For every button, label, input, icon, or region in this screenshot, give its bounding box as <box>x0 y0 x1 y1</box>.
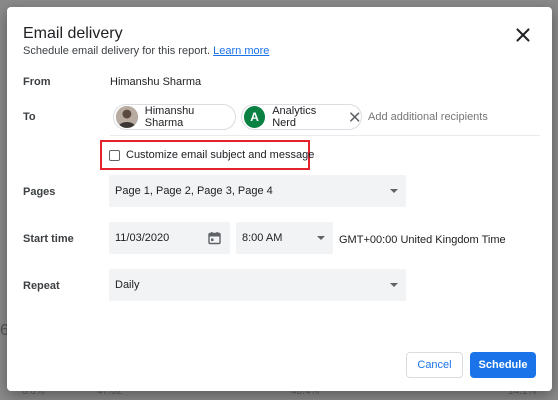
subtitle-text: Schedule email delivery for this report. <box>23 45 211 57</box>
recipient-chip[interactable]: Himanshu Sharma <box>113 104 236 130</box>
start-date-value: 11/03/2020 <box>115 232 170 244</box>
from-value: Himanshu Sharma <box>110 76 202 88</box>
close-icon[interactable] <box>348 110 361 124</box>
customize-checkbox[interactable] <box>109 150 120 161</box>
dialog-subtitle: Schedule email delivery for this report.… <box>23 45 269 57</box>
timezone-text: GMT+00:00 United Kingdom Time <box>339 234 506 246</box>
chevron-down-icon <box>390 189 398 193</box>
to-field-underline <box>110 135 540 136</box>
start-time-select[interactable]: 8:00 AM <box>236 222 333 254</box>
avatar: A <box>244 106 266 128</box>
pages-label: Pages <box>23 186 56 198</box>
chevron-down-icon <box>317 236 325 240</box>
repeat-select-value: Daily <box>115 279 140 291</box>
repeat-select[interactable]: Daily <box>109 269 406 301</box>
customize-checkbox-label[interactable]: Customize email subject and message <box>126 149 314 161</box>
to-label: To <box>23 111 36 123</box>
learn-more-link[interactable]: Learn more <box>213 45 269 57</box>
repeat-label: Repeat <box>23 280 60 292</box>
pages-select[interactable]: Page 1, Page 2, Page 3, Page 4 <box>109 175 406 207</box>
email-delivery-dialog: Email delivery Schedule email delivery f… <box>7 7 552 391</box>
chevron-down-icon <box>390 283 398 287</box>
start-date-field[interactable]: 11/03/2020 <box>109 222 230 254</box>
close-icon[interactable] <box>512 24 534 46</box>
from-label: From <box>23 76 51 88</box>
start-time-value: 8:00 AM <box>242 232 283 244</box>
recipient-chip[interactable]: A Analytics Nerd <box>241 104 362 130</box>
pages-select-value: Page 1, Page 2, Page 3, Page 4 <box>115 185 273 197</box>
start-time-label: Start time <box>23 233 74 245</box>
schedule-button[interactable]: Schedule <box>470 352 536 378</box>
cancel-button[interactable]: Cancel <box>406 352 463 378</box>
calendar-icon[interactable] <box>208 232 221 245</box>
recipient-name: Himanshu Sharma <box>144 105 195 129</box>
dialog-title: Email delivery <box>23 25 123 42</box>
avatar <box>116 106 138 128</box>
add-recipients-input[interactable] <box>368 111 538 123</box>
recipient-name: Analytics Nerd <box>272 105 317 129</box>
